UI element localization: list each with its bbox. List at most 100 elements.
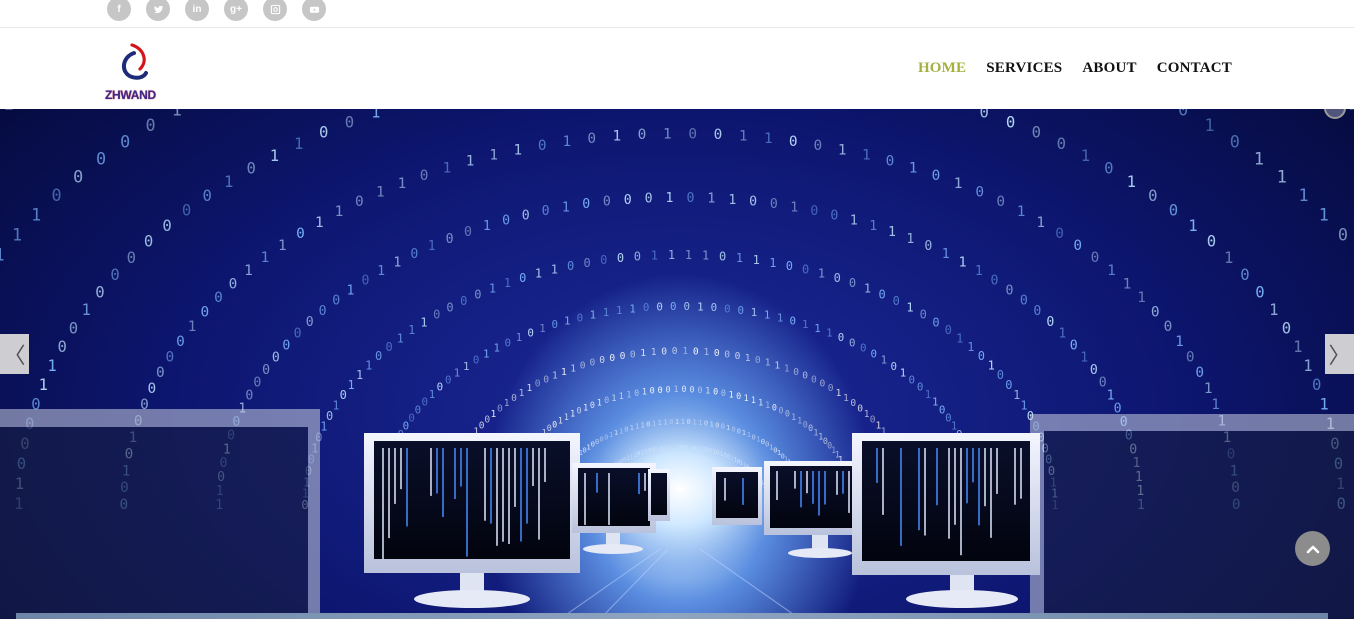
screen-code-column xyxy=(502,448,504,542)
binary-digit: 0 xyxy=(446,232,454,247)
screen-code-column xyxy=(608,473,610,525)
binary-digit: 0 xyxy=(162,217,171,235)
binary-digit: 0 xyxy=(340,388,347,402)
binary-digit: 0 xyxy=(624,193,632,208)
binary-digit: 0 xyxy=(810,204,818,219)
binary-digit: 1 xyxy=(491,409,497,420)
screen-code-column xyxy=(900,448,902,546)
screen-code-column xyxy=(644,473,646,491)
binary-digit: 0 xyxy=(504,336,511,349)
nav-contact[interactable]: CONTACT xyxy=(1157,60,1232,77)
binary-digit: 1 xyxy=(443,160,452,176)
binary-digit: 1 xyxy=(1175,334,1184,350)
binary-digit: 1 xyxy=(489,282,496,296)
binary-digit: 1 xyxy=(942,247,950,262)
site-logo[interactable]: ZHWAND xyxy=(104,43,172,103)
binary-digit: 0 xyxy=(917,381,924,394)
facebook-icon[interactable]: f xyxy=(107,0,131,21)
nav-services[interactable]: SERVICES xyxy=(986,60,1062,77)
binary-digit: 0 xyxy=(878,287,885,301)
binary-digit: 0 xyxy=(893,294,900,308)
binary-digit: 1 xyxy=(278,238,287,254)
screen-code-column xyxy=(966,448,968,504)
linkedin-icon[interactable]: in xyxy=(185,0,209,21)
binary-digit: 0 xyxy=(294,327,302,342)
screen-code-column xyxy=(496,448,498,546)
binary-digit: 0 xyxy=(790,315,797,328)
binary-digit: 1 xyxy=(583,403,588,413)
screen-code-column xyxy=(526,448,528,524)
binary-digit: 1 xyxy=(332,398,339,412)
binary-digit: 1 xyxy=(463,360,470,373)
binary-digit: 1 xyxy=(270,147,279,165)
binary-digit: 0 xyxy=(634,388,639,398)
nav-about[interactable]: ABOUT xyxy=(1082,60,1136,77)
binary-digit: 1 xyxy=(551,262,558,276)
binary-digit: 0 xyxy=(849,336,856,349)
binary-digit: 1 xyxy=(611,393,616,403)
screen-code-column xyxy=(584,473,586,525)
binary-digit: 1 xyxy=(1081,147,1090,165)
binary-digit: 0 xyxy=(1346,109,1354,115)
binary-digit: 0 xyxy=(770,197,778,212)
binary-digit: 1 xyxy=(797,416,802,426)
slider-next-button[interactable]: 〉 xyxy=(1325,334,1354,374)
binary-digit: 1 xyxy=(1319,204,1329,224)
binary-digit: 0 xyxy=(590,358,596,369)
binary-digit: 0 xyxy=(582,197,590,212)
binary-digit: 1 xyxy=(745,353,751,364)
screen-code-column xyxy=(936,448,938,506)
twitter-icon[interactable] xyxy=(146,0,170,21)
binary-digit: 1 xyxy=(1298,185,1308,205)
binary-digit: 1 xyxy=(774,361,780,372)
binary-digit: 0 xyxy=(464,225,472,240)
binary-digit: 1 xyxy=(906,301,913,315)
binary-digit: 0 xyxy=(1240,266,1249,284)
binary-digit: 1 xyxy=(397,332,404,346)
instagram-icon[interactable] xyxy=(263,0,287,21)
scroll-to-top-button[interactable] xyxy=(1295,531,1330,566)
binary-digit: 1 xyxy=(988,359,995,373)
binary-digit: 0 xyxy=(145,115,155,135)
twitter-bird-shape xyxy=(153,5,163,13)
binary-digit: 0 xyxy=(785,409,790,419)
screen-code-column xyxy=(996,448,998,494)
binary-digit: 0 xyxy=(945,323,952,337)
binary-digit: 0 xyxy=(828,383,834,394)
binary-digit: 1 xyxy=(906,232,914,247)
binary-digit: 1 xyxy=(629,302,636,315)
binary-digit: 0 xyxy=(786,259,793,273)
binary-digit: 0 xyxy=(811,375,817,386)
nav-home[interactable]: HOME xyxy=(918,60,966,77)
binary-digit: 1 xyxy=(1269,301,1278,319)
binary-digit: 1 xyxy=(685,248,692,262)
binary-digit: 0 xyxy=(306,315,314,330)
screen-code-column xyxy=(794,471,796,489)
binary-digit: 1 xyxy=(0,245,5,265)
binary-digit: 1 xyxy=(597,397,602,407)
screen-code-column xyxy=(514,448,516,507)
binary-digit: 0 xyxy=(446,301,453,315)
binary-digit: 1 xyxy=(504,398,510,409)
binary-digit: 0 xyxy=(1006,283,1014,298)
binary-digit: 1 xyxy=(881,353,888,366)
binary-digit: 0 xyxy=(604,395,609,405)
binary-digit: 0 xyxy=(738,304,745,317)
youtube-icon[interactable] xyxy=(302,0,326,21)
binary-digit: 0 xyxy=(1046,315,1054,330)
google-plus-icon[interactable]: g+ xyxy=(224,0,248,21)
screen-code-column xyxy=(876,448,878,483)
binary-digit: 1 xyxy=(420,315,427,329)
binary-digit: 1 xyxy=(1211,397,1220,413)
binary-digit: 1 xyxy=(619,391,624,401)
binary-digit: 1 xyxy=(1293,338,1302,356)
screen-code-column xyxy=(1020,448,1022,499)
binary-digit: 0 xyxy=(1033,304,1041,319)
binary-digit: 1 xyxy=(558,416,563,426)
binary-digit: 0 xyxy=(497,403,503,414)
binary-digit: 0 xyxy=(834,271,841,285)
binary-digit: 0 xyxy=(980,109,989,122)
slider-prev-button[interactable]: 〈 xyxy=(0,334,29,374)
binary-digit: 1 xyxy=(3,109,14,115)
binary-digit: 1 xyxy=(261,250,270,266)
